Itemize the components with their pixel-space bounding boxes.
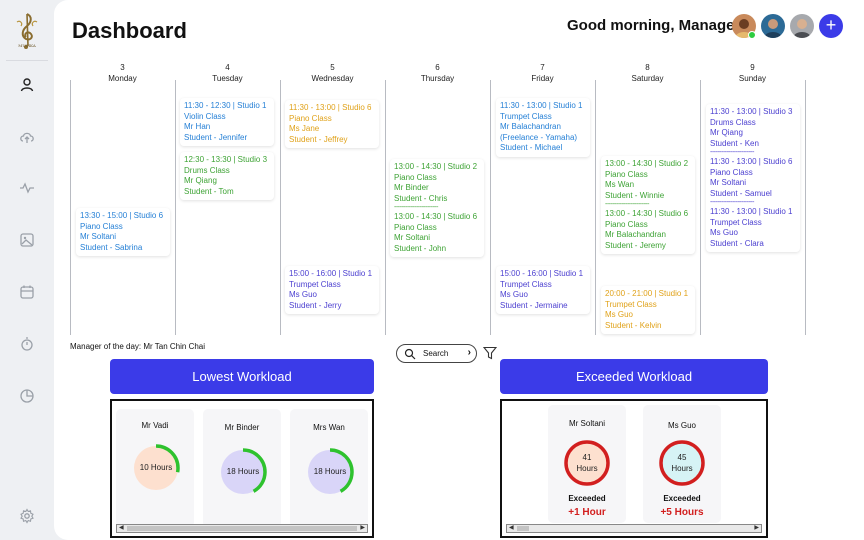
- chevron-right-icon: ›: [467, 347, 471, 358]
- workload-card[interactable]: Ms Guo 45 Hours Exceeded +5 Hours: [643, 405, 721, 523]
- timer-icon[interactable]: [19, 336, 35, 352]
- day-header: 7 Friday: [531, 63, 554, 83]
- exceeded-workload-button[interactable]: Exceeded Workload: [500, 359, 768, 394]
- lowest-workload-button[interactable]: Lowest Workload: [110, 359, 374, 394]
- avatar[interactable]: [790, 14, 814, 38]
- scrollbar-thumb[interactable]: [517, 526, 529, 531]
- app-logo[interactable]: MUSIKA: [12, 10, 42, 52]
- manager-of-the-day: Manager of the day: Mr Tan Chin Chai: [70, 342, 206, 351]
- workload-ring: 41 Hours: [563, 439, 611, 487]
- scroll-left-icon[interactable]: ◀: [509, 524, 514, 531]
- day-column-tuesday: 4 Tuesday 11:30 - 12:30 | Studio 1 Violin …: [175, 58, 280, 338]
- lesson-card[interactable]: 12:30 - 13:30 | Studio 3 Drums Class Mr Qi…: [180, 152, 274, 200]
- lesson-card[interactable]: 13:00 - 14:30 | Studio 2 Piano Class Ms Wa…: [601, 156, 695, 254]
- day-column-thursday: 6 Thursday 13:00 - 14:30 | Studio 2 Piano …: [385, 58, 490, 338]
- day-column-friday: 7 Friday 11:30 - 13:00 | Studio 1 Trumpet …: [490, 58, 595, 338]
- online-status-dot: [748, 31, 756, 39]
- horizontal-scrollbar[interactable]: ◀ ▶: [116, 524, 368, 533]
- exceeded-workload-panel: Mr Soltani 41 Hours Exceeded +1 Hour Ms G…: [500, 399, 768, 538]
- day-column-wednesday: 5 Wednesday 11:30 - 13:00 | Studio 6 Piano…: [280, 58, 385, 338]
- activity-icon[interactable]: [19, 180, 35, 196]
- workload-ring: 18 Hours: [305, 447, 355, 497]
- cloud-upload-icon[interactable]: [19, 129, 35, 145]
- lesson-card[interactable]: 13:00 - 14:30 | Studio 2 Piano Class Mr Bi…: [390, 159, 484, 257]
- workload-ring: 45 Hours: [658, 439, 706, 487]
- lesson-card[interactable]: 15:00 - 16:00 | Studio 1 Trumpet Class Ms …: [285, 266, 379, 314]
- scrollbar-thumb[interactable]: [127, 526, 357, 531]
- lowest-workload-panel: Mr Vadi 10 Hours Mr Binder 18 Hours Mrs …: [110, 399, 374, 538]
- filter-icon[interactable]: [483, 346, 497, 360]
- workload-card[interactable]: Mr Soltani 41 Hours Exceeded +1 Hour: [548, 405, 626, 523]
- workload-ring: 18 Hours: [218, 447, 268, 497]
- search-label: Search: [423, 349, 449, 358]
- workload-card[interactable]: Mr Vadi 10 Hours: [116, 409, 194, 527]
- weekly-calendar: 3 Monday 13:30 - 15:00 | Studio 6 Piano Cl…: [70, 58, 810, 338]
- add-button[interactable]: +: [819, 14, 843, 38]
- image-icon[interactable]: [19, 232, 35, 248]
- day-header: 4 Tuesday: [212, 63, 243, 83]
- scroll-right-icon[interactable]: ▶: [754, 524, 759, 531]
- greeting-text: Good morning, Manager!: [567, 17, 746, 34]
- workload-ring: 10 Hours: [131, 443, 181, 493]
- main-panel: Dashboard Good morning, Manager! + 3 Mond…: [54, 0, 864, 540]
- settings-icon[interactable]: [19, 508, 35, 524]
- avatar[interactable]: [761, 14, 785, 38]
- search-icon: [404, 348, 416, 360]
- lesson-card[interactable]: 11:30 - 13:00 | Studio 1 Trumpet Class Mr …: [496, 98, 590, 157]
- day-header: 6 Thursday: [420, 63, 455, 83]
- search-button[interactable]: Search ›: [396, 344, 477, 363]
- day-divider: [805, 80, 806, 335]
- day-header: 9 Sunday: [738, 63, 767, 83]
- lesson-card[interactable]: 11:30 - 13:00 | Studio 3 Drums Class Mr Qi…: [706, 104, 800, 252]
- sidebar-divider: [6, 60, 48, 61]
- day-column-sunday: 9 Sunday 11:30 - 13:00 | Studio 3 Drums Cl…: [700, 58, 805, 338]
- workload-card[interactable]: Mrs Wan 18 Hours: [290, 409, 368, 527]
- user-icon[interactable]: [19, 77, 35, 93]
- day-header: 5 Wednesday: [311, 63, 354, 83]
- pie-chart-icon[interactable]: [19, 388, 35, 404]
- scroll-left-icon[interactable]: ◀: [119, 524, 124, 531]
- lesson-card[interactable]: 11:30 - 13:00 | Studio 6 Piano Class Ms Ja…: [285, 100, 379, 148]
- day-header: 3 Monday: [108, 63, 137, 83]
- scroll-right-icon[interactable]: ▶: [360, 524, 365, 531]
- day-header: 8 Saturday: [631, 63, 664, 83]
- lesson-card[interactable]: 20:00 - 21:00 | Studio 1 Trumpet Class Ms …: [601, 286, 695, 334]
- workload-card[interactable]: Mr Binder 18 Hours: [203, 409, 281, 527]
- day-column-saturday: 8 Saturday 13:00 - 14:30 | Studio 2 Piano …: [595, 58, 700, 338]
- day-column-monday: 3 Monday 13:30 - 15:00 | Studio 6 Piano Cl…: [70, 58, 175, 338]
- lesson-card[interactable]: 13:30 - 15:00 | Studio 6 Piano Class Mr So…: [76, 208, 170, 256]
- lesson-card[interactable]: 15:00 - 16:00 | Studio 1 Trumpet Class Ms …: [496, 266, 590, 314]
- calendar-icon[interactable]: [19, 284, 35, 300]
- horizontal-scrollbar[interactable]: ◀ ▶: [506, 524, 762, 533]
- page-title: Dashboard: [72, 18, 187, 43]
- sidebar: MUSIKA: [0, 0, 54, 540]
- lesson-card[interactable]: 11:30 - 12:30 | Studio 1 Violin Class Mr H…: [180, 98, 274, 146]
- logo-text: MUSIKA: [18, 43, 36, 48]
